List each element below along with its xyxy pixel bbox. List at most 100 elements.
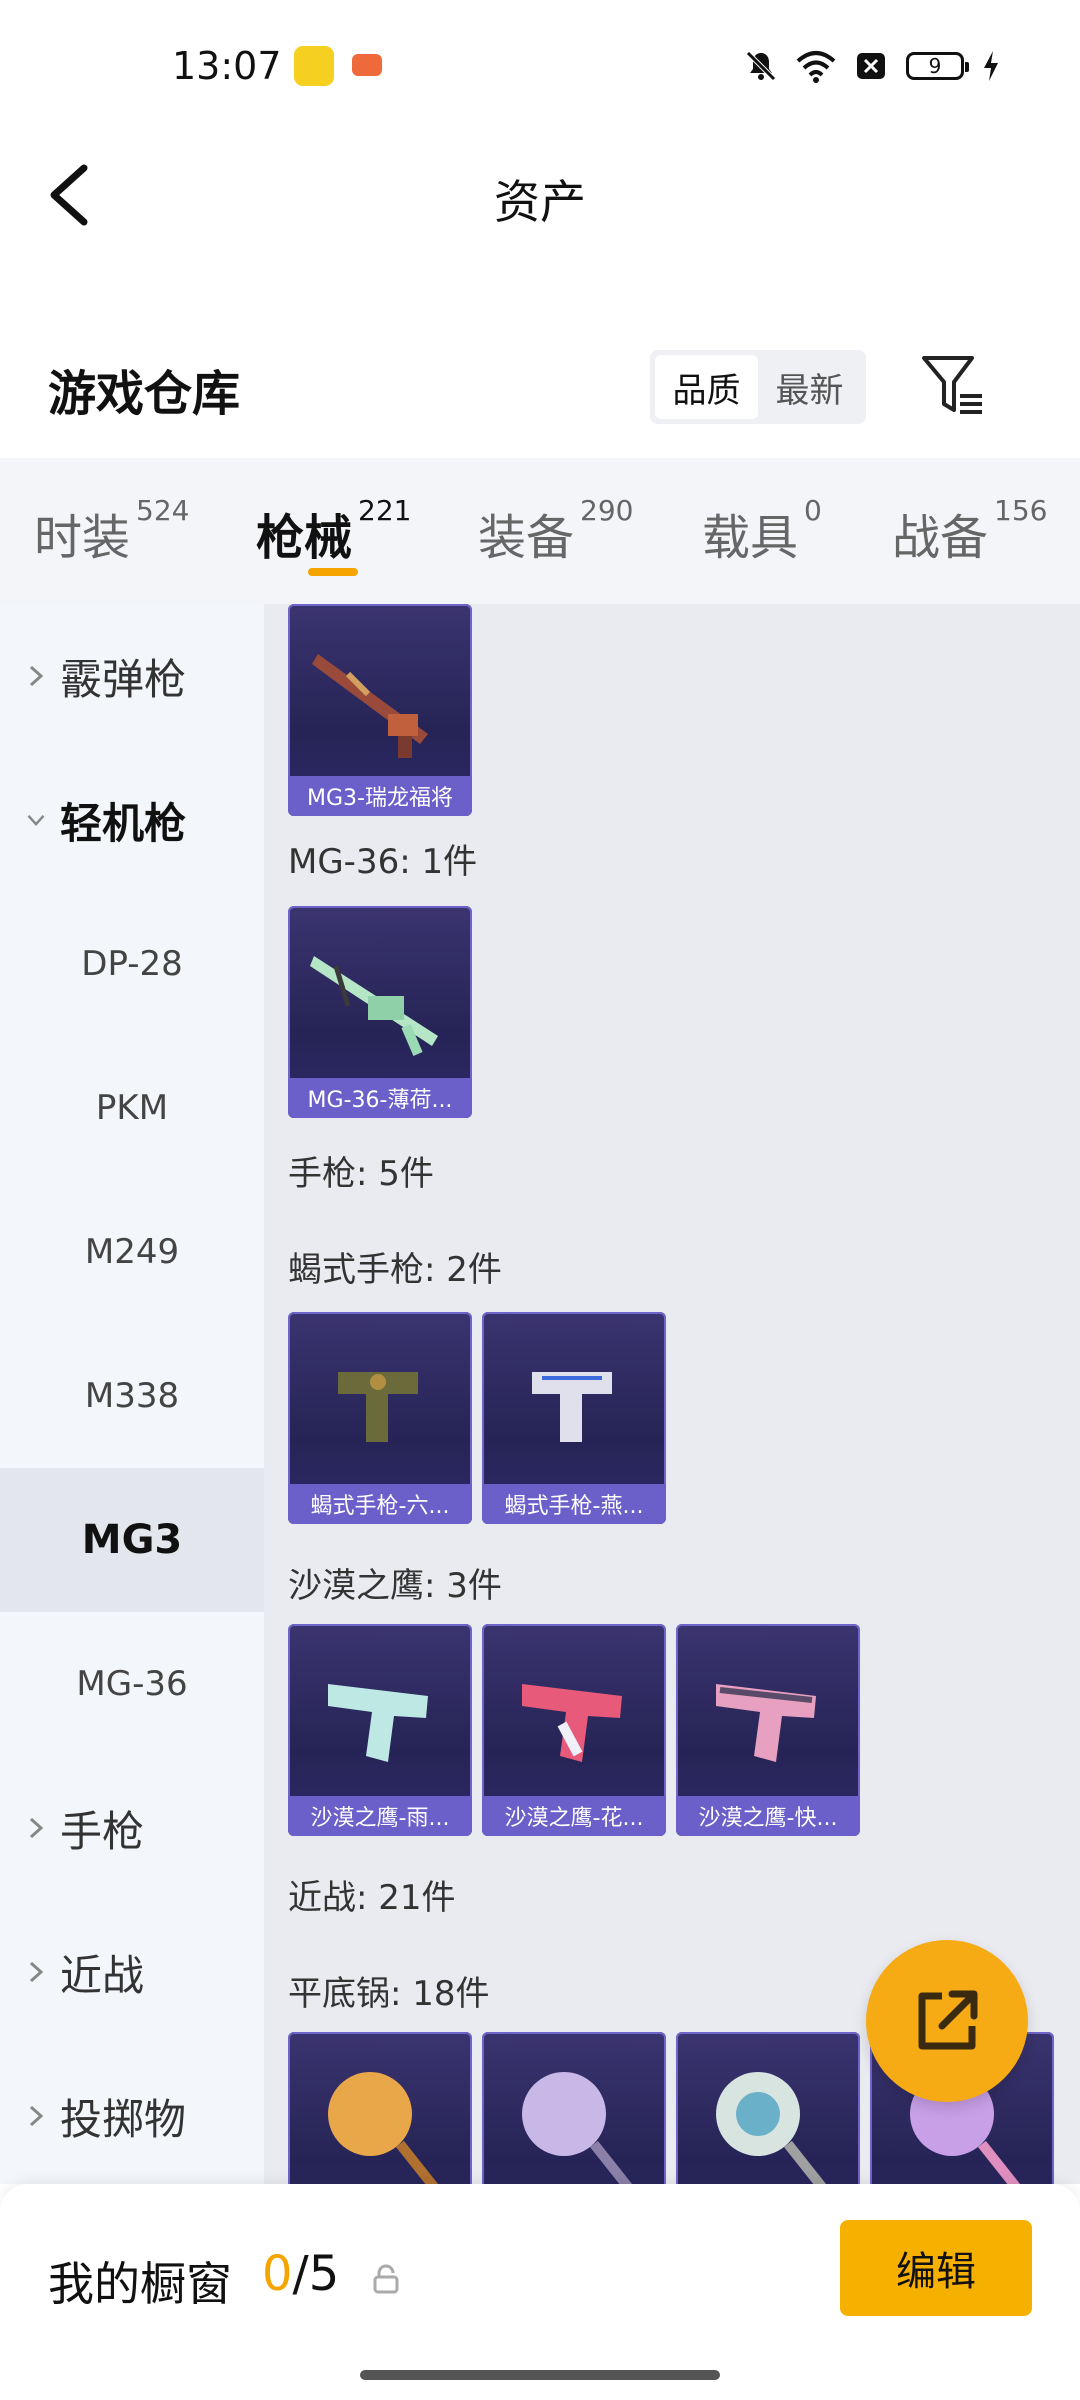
- sidebar-item-mg36[interactable]: MG-36: [0, 1612, 264, 1756]
- active-tab-indicator: [308, 568, 358, 576]
- tab-supplies[interactable]: 战备 156: [892, 494, 1047, 568]
- category-tabs: 时装 524 枪械 221 装备 290 载具 0 战备 156: [0, 458, 1080, 604]
- chevron-down-icon: [27, 814, 45, 827]
- sort-newest-option[interactable]: 最新: [758, 355, 861, 419]
- item-card-pan-2[interactable]: [482, 2032, 666, 2184]
- no-sim-icon: [857, 53, 885, 79]
- pan-skin-image: [716, 2072, 827, 2184]
- notification-app-icon: [294, 46, 334, 86]
- sidebar-item-label: 近战: [60, 1950, 145, 2000]
- filter-icon[interactable]: [920, 352, 988, 422]
- pan-skin-image: [522, 2072, 633, 2184]
- tab-fashion[interactable]: 时装 524: [34, 494, 189, 568]
- pistol-skin-image: [338, 1372, 418, 1442]
- tab-count: 0: [804, 494, 822, 527]
- showcase-total: 5: [308, 2246, 340, 2302]
- item-card-deagle-3[interactable]: 沙漠之鹰-快...: [676, 1624, 860, 1836]
- pistol-skin-image: [328, 1684, 428, 1762]
- lmg-skin-image: [310, 956, 438, 1056]
- group-label-pistol: 手枪: 5件: [288, 1154, 434, 1194]
- sidebar-item-dp28[interactable]: DP-28: [0, 892, 264, 1036]
- tab-label: 时装: [34, 510, 131, 566]
- item-card-name: 沙漠之鹰-花...: [482, 1796, 666, 1836]
- showcase-separator: /: [292, 2246, 309, 2302]
- showcase-used: 0: [262, 2246, 293, 2302]
- pistol-skin-image: [522, 1684, 622, 1762]
- sidebar-item-mg3[interactable]: MG3: [0, 1468, 264, 1612]
- chevron-right-icon: [29, 2105, 44, 2127]
- item-card-name: 沙漠之鹰-快...: [676, 1796, 860, 1836]
- tab-label: 枪械: [256, 510, 353, 566]
- pistol-skin-image: [532, 1372, 612, 1442]
- item-card-pan-1[interactable]: [288, 2032, 472, 2184]
- tab-firearms[interactable]: 枪械 221: [256, 494, 411, 568]
- item-card-mg36[interactable]: MG-36-薄荷...: [288, 906, 472, 1118]
- status-time: 13:07: [172, 44, 282, 88]
- group-label-melee: 近战: 21件: [288, 1878, 456, 1918]
- sidebar-item-pistol[interactable]: 手枪: [0, 1756, 264, 1900]
- sidebar-item-m338[interactable]: M338: [0, 1324, 264, 1468]
- weapon-category-sidebar: 霰弹枪 轻机枪 DP-28 PKM M249 M338 MG3 MG-36 手枪…: [0, 604, 264, 2184]
- item-card-name: 蝎式手枪-六...: [288, 1484, 472, 1524]
- external-link-icon: [918, 1990, 978, 2050]
- sort-toggle: 品质 最新: [650, 350, 866, 424]
- item-card-deagle-1[interactable]: 沙漠之鹰-雨...: [288, 1624, 472, 1836]
- chevron-right-icon: [29, 1961, 44, 1983]
- pistol-skin-image: [716, 1684, 816, 1762]
- showcase-bar: 我的橱窗 0/5 编辑: [0, 2184, 1080, 2400]
- lock-icon: [373, 2264, 399, 2294]
- tab-label: 装备: [478, 510, 575, 566]
- showcase-label: 我的橱窗: [48, 2257, 232, 2311]
- sidebar-item-pkm[interactable]: PKM: [0, 1036, 264, 1180]
- sidebar-item-throwable[interactable]: 投掷物: [0, 2044, 264, 2188]
- chevron-right-icon: [29, 665, 44, 687]
- game-controller-icon: [352, 54, 382, 76]
- wifi-icon: [796, 51, 836, 83]
- item-card-name: 蝎式手枪-燕...: [482, 1484, 666, 1524]
- chevron-right-icon: [29, 1817, 44, 1839]
- item-card-scorpion-1[interactable]: 蝎式手枪-六...: [288, 1312, 472, 1524]
- home-indicator[interactable]: [360, 2370, 720, 2380]
- page-title: 资产: [494, 175, 586, 229]
- warehouse-header: 游戏仓库 品质 最新: [0, 330, 1080, 450]
- item-card-name: MG3-瑞龙福将: [288, 776, 472, 816]
- item-card-deagle-2[interactable]: 沙漠之鹰-花...: [482, 1624, 666, 1836]
- tab-count: 290: [580, 494, 634, 527]
- item-card-mg3[interactable]: MG3-瑞龙福将: [288, 604, 472, 816]
- sidebar-item-m249[interactable]: M249: [0, 1180, 264, 1324]
- app-header: 资产: [0, 130, 1080, 260]
- pan-skin-image: [328, 2072, 439, 2184]
- item-card-name: MG-36-薄荷...: [288, 1078, 472, 1118]
- tab-count: 524: [136, 494, 190, 527]
- sort-quality-option[interactable]: 品质: [655, 355, 758, 419]
- group-label-pan: 平底锅: 18件: [288, 1974, 490, 2014]
- item-card-pan-3[interactable]: [676, 2032, 860, 2184]
- tab-count: 156: [994, 494, 1048, 527]
- sidebar-item-label: 霰弹枪: [60, 654, 187, 704]
- sidebar-item-label: 投掷物: [60, 2094, 187, 2144]
- item-card-scorpion-2[interactable]: 蝎式手枪-燕...: [482, 1312, 666, 1524]
- share-button[interactable]: [866, 1940, 1028, 2102]
- group-label-mg36: MG-36: 1件: [288, 842, 478, 882]
- charging-icon: [984, 51, 998, 81]
- edit-showcase-button[interactable]: 编辑: [840, 2220, 1032, 2316]
- lmg-skin-image: [312, 654, 428, 758]
- sidebar-item-label: 轻机枪: [60, 798, 187, 848]
- tab-vehicles[interactable]: 载具 0: [702, 494, 822, 568]
- warehouse-title: 游戏仓库: [48, 366, 241, 422]
- group-label-deagle: 沙漠之鹰: 3件: [288, 1566, 502, 1606]
- battery-icon: 9: [906, 52, 969, 80]
- tab-equipment[interactable]: 装备 290: [478, 494, 633, 568]
- tab-label: 战备: [892, 510, 989, 566]
- bell-muted-icon: [746, 51, 776, 81]
- sidebar-item-shotgun[interactable]: 霰弹枪: [0, 604, 264, 748]
- sidebar-item-lmg[interactable]: 轻机枪: [0, 748, 264, 892]
- sidebar-item-label: 手枪: [60, 1806, 145, 1856]
- showcase-count: 0/5: [262, 2246, 339, 2302]
- status-bar: 13:07 9: [0, 0, 1080, 130]
- group-label-scorpion: 蝎式手枪: 2件: [288, 1250, 502, 1290]
- sidebar-item-melee[interactable]: 近战: [0, 1900, 264, 2044]
- tab-count: 221: [358, 494, 412, 527]
- tab-label: 载具: [702, 510, 799, 566]
- status-icons: 9: [744, 44, 1000, 88]
